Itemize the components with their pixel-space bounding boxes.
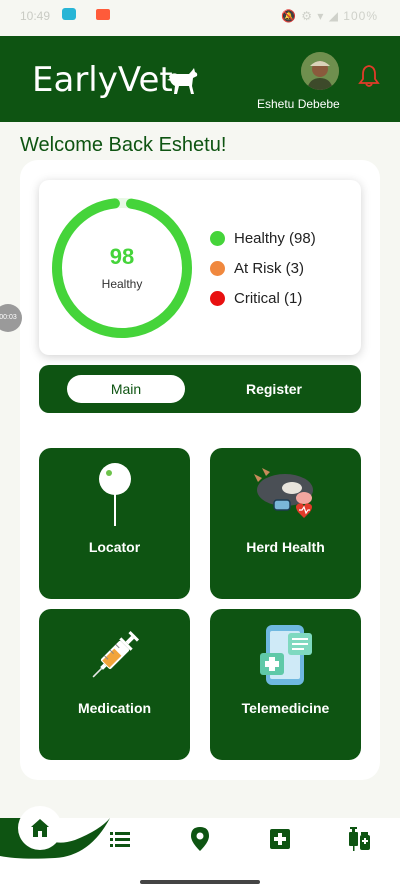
syringe-icon xyxy=(92,630,140,678)
app-header: EarlyVet Eshetu Debebe xyxy=(0,36,400,122)
list-icon[interactable] xyxy=(109,828,131,850)
legend-healthy: Healthy (98) xyxy=(210,228,316,248)
telemedicine-tile[interactable]: Telemedicine xyxy=(210,609,361,760)
legend-at-risk: At Risk (3) xyxy=(210,258,304,278)
status-time: 10:49 xyxy=(20,9,51,23)
welcome-message: Welcome Back Eshetu! xyxy=(20,134,227,156)
screen-recorder-timer[interactable]: 00:03 xyxy=(0,304,22,332)
goat-logo-icon xyxy=(167,68,198,94)
bell-icon[interactable] xyxy=(358,64,380,88)
gesture-bar xyxy=(140,880,260,884)
user-avatar[interactable] xyxy=(301,52,339,90)
recording-notification-icon xyxy=(96,9,110,20)
app-logo: EarlyVet xyxy=(32,60,173,100)
location-pin-icon[interactable] xyxy=(190,826,210,852)
legend-critical: Critical (1) xyxy=(210,288,302,308)
critical-dot-icon xyxy=(210,290,225,306)
legend-label: Healthy (98) xyxy=(234,229,316,247)
tile-label: Medication xyxy=(77,700,152,716)
tile-label: Locator xyxy=(88,539,141,555)
avatar-image xyxy=(301,52,339,90)
locator-tile[interactable]: Locator xyxy=(39,448,190,599)
healthy-count: 98 xyxy=(109,244,135,269)
medical-cross-icon[interactable] xyxy=(269,828,291,850)
status-bar: 10:49 🔕 ⚙ ▾ ◢ 100% xyxy=(0,0,400,36)
vaccine-icon[interactable] xyxy=(348,826,372,852)
cow-health-icon xyxy=(254,468,313,518)
ring-label: Healthy xyxy=(101,277,143,291)
tab-register[interactable]: Register xyxy=(215,375,333,403)
phone-medical-icon xyxy=(260,625,312,685)
healthy-dot-icon xyxy=(210,230,225,246)
status-indicators: 🔕 ⚙ ▾ ◢ 100% xyxy=(281,9,378,23)
at-risk-dot-icon xyxy=(210,260,225,276)
tab-main[interactable]: Main xyxy=(67,375,185,403)
tab-bar: Main Register xyxy=(39,365,361,413)
user-name: Eshetu Debebe xyxy=(257,97,340,111)
tile-label: Telemedicine xyxy=(241,700,330,716)
home-icon xyxy=(31,819,49,837)
map-pin-icon xyxy=(99,463,131,526)
medication-tile[interactable]: Medication xyxy=(39,609,190,760)
herd-health-tile[interactable]: Herd Health xyxy=(210,448,361,599)
legend-label: Critical (1) xyxy=(234,289,303,307)
nav-home-button[interactable] xyxy=(18,806,62,850)
tile-label: Herd Health xyxy=(246,539,325,555)
app-notification-icon xyxy=(62,8,76,20)
legend-label: At Risk (3) xyxy=(234,259,305,277)
